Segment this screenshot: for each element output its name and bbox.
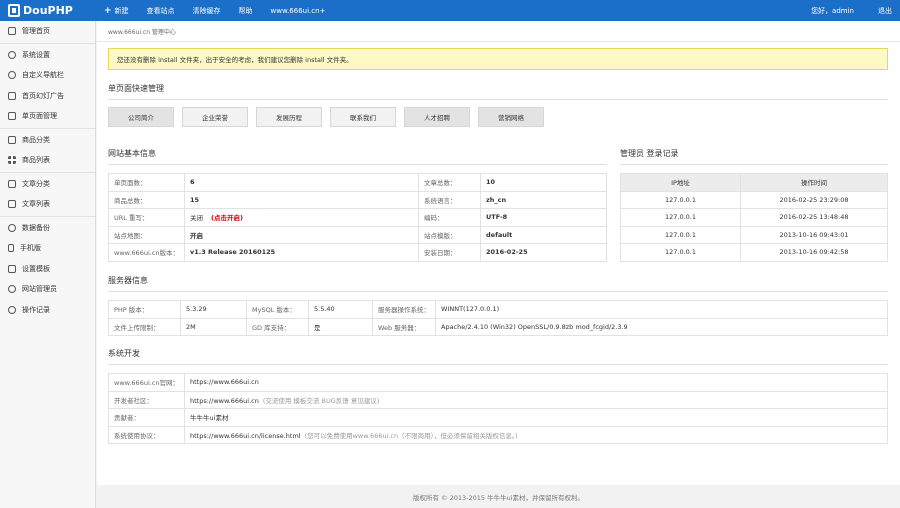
sidebar-item-template[interactable]: 设置模板 [0,259,95,280]
template-icon [8,264,16,273]
sidebar-divider [0,215,95,217]
top-bar: DouPHP + 新建 查看站点 清除缓存 帮助 www.666ui.cn+ 您好… [0,0,900,21]
breadcrumb: www.666ui.cn 管理中心 [108,29,176,36]
top-nav: + 新建 查看站点 清除缓存 帮助 www.666ui.cn+ [104,0,343,21]
user-area: 您好，admin 退出 [811,0,892,21]
table-row: 商品总数： 15 系统语言： zh_cn [107,190,607,209]
logout-link[interactable]: 退出 [878,6,892,16]
official-site-link[interactable]: https://www.666ui.cn [190,378,259,386]
breadcrumb-divider [97,41,900,42]
community-link[interactable]: https://www.666ui.cn [190,397,259,405]
login-log-title: 管理员 登录记录 [620,149,679,158]
grid-icon [8,156,16,165]
sidebar-item-article-category[interactable]: 文章分类 [0,174,95,195]
section-divider [620,164,888,165]
sidebar-item-product-list[interactable]: 商品列表 [0,150,95,171]
quick-button-contact[interactable]: 联系我们 [330,107,396,127]
sidebar-divider [0,42,95,44]
category-icon [8,135,16,144]
sidebar-item-slideshow[interactable]: 首页幻灯广告 [0,86,95,107]
quick-button-honor[interactable]: 企业荣誉 [182,107,248,127]
sidebar-item-system[interactable]: 系统设置 [0,45,95,66]
table-row: PHP 版本： 5.3.29 MySQL 版本： 5.5.40 服务器操作系统：… [108,300,888,319]
page-icon [8,112,16,121]
document-icon [8,200,16,209]
home-icon [8,27,16,36]
user-icon [8,285,16,294]
section-divider [108,364,888,365]
sidebar-item-log[interactable]: 操作记录 [0,300,95,321]
table-row: 127.0.0.1 2013-10-16 09:43:01 [620,225,888,244]
login-log-table: IP地址 操作时间 127.0.0.1 2016-02-25 23:29:08 … [620,173,888,262]
plus-icon: + [104,5,112,16]
install-warning: 您还没有删除 install 文件夹，出于安全的考虑，我们建议您删除 insta… [108,48,888,70]
license-link[interactable]: https://www.666ui.cn/license.html [190,432,301,440]
sidebar-item-admins[interactable]: 网站管理员 [0,279,95,300]
dev-info-table: www.666ui.cn官网： https://www.666ui.cn 开发者… [107,373,888,444]
table-row: www.666ui.cn版本： v1.3 Release 20160125 安装… [107,243,607,262]
section-divider [108,291,888,292]
new-button[interactable]: + 新建 [104,6,129,16]
gear-icon [8,50,16,59]
table-row: 开发者社区： https://www.666ui.cn (交流使用 模板交流 BU… [107,390,888,409]
site-info-title: 网站基本信息 [108,149,156,158]
clear-cache-link[interactable]: 清除缓存 [193,6,221,16]
table-row: 系统使用协议： https://www.666ui.cn/license.htm… [107,425,888,444]
sidebar-item-nav[interactable]: 自定义导航栏 [0,65,95,86]
quick-button-network[interactable]: 营销网络 [478,107,544,127]
sidebar-item-pages[interactable]: 单页面管理 [0,106,95,127]
sidebar-item-article-list[interactable]: 文章列表 [0,194,95,215]
sidebar: 管理首页 系统设置 自定义导航栏 首页幻灯广告 单页面管理 商品分类 商品列表 … [0,21,96,508]
table-row: 127.0.0.1 2016-02-25 13:48:48 [620,208,888,227]
site-info-table: 单页面数： 6 文章总数： 10 商品总数： 15 系统语言： zh_cn UR… [107,173,607,262]
view-site-link[interactable]: 查看站点 [147,6,175,16]
section-divider [108,164,607,165]
sidebar-divider [0,171,95,173]
main-content: www.666ui.cn 管理中心 您还没有删除 install 文件夹，出于安… [97,21,900,485]
user-greeting[interactable]: 您好，admin [811,6,854,16]
table-row: 文件上传限制： 2M GD 库支持： 是 Web 服务器： Apache/2.4… [108,317,888,336]
quick-manage-title: 单页面快速管理 [108,84,164,93]
quick-button-jobs[interactable]: 人才招聘 [404,107,470,127]
table-row: 贡献者： 牛牛牛ui素材 [107,408,888,427]
server-info-title: 服务器信息 [108,276,148,285]
navigation-icon [8,71,16,80]
table-row: URL 重写： 关闭 (点击开启) 编码： UTF-8 [107,208,607,227]
site-link[interactable]: www.666ui.cn+ [271,7,326,15]
quick-button-company[interactable]: 公司简介 [108,107,174,127]
section-divider [108,99,888,100]
table-row: www.666ui.cn官网： https://www.666ui.cn [107,373,888,392]
mobile-icon [8,244,14,253]
sidebar-item-mobile[interactable]: 手机版 [0,238,95,259]
enable-rewrite-link[interactable]: (点击开启) [211,214,243,222]
footer: 版权所有 © 2013-2015 牛牛牛ui素材，并保留所有权利。 [97,485,900,508]
folder-icon [8,179,16,188]
help-link[interactable]: 帮助 [239,6,253,16]
logo-text: DouPHP [23,4,73,17]
history-icon [8,305,16,314]
database-icon [8,223,16,232]
quick-page-buttons: 公司简介 企业荣誉 发展历程 联系我们 人才招聘 营销网络 [108,107,544,127]
sidebar-item-home[interactable]: 管理首页 [0,21,95,42]
dev-title: 系统开发 [108,349,140,358]
server-info-table: PHP 版本： 5.3.29 MySQL 版本： 5.5.40 服务器操作系统：… [108,300,888,336]
sidebar-item-backup[interactable]: 数据备份 [0,218,95,239]
sidebar-divider [0,127,95,129]
logo-icon [8,4,20,17]
table-row: 站点地图： 开启 站点模版： default [107,225,607,244]
slideshow-icon [8,91,16,100]
logo[interactable]: DouPHP [8,2,73,19]
sidebar-item-product-category[interactable]: 商品分类 [0,130,95,151]
table-row: 127.0.0.1 2016-02-25 23:29:08 [620,190,888,209]
quick-button-history[interactable]: 发展历程 [256,107,322,127]
table-header-row: IP地址 操作时间 [620,173,888,192]
table-row: 单页面数： 6 文章总数： 10 [107,173,607,192]
table-row: 127.0.0.1 2013-10-16 09:42:58 [620,243,888,262]
